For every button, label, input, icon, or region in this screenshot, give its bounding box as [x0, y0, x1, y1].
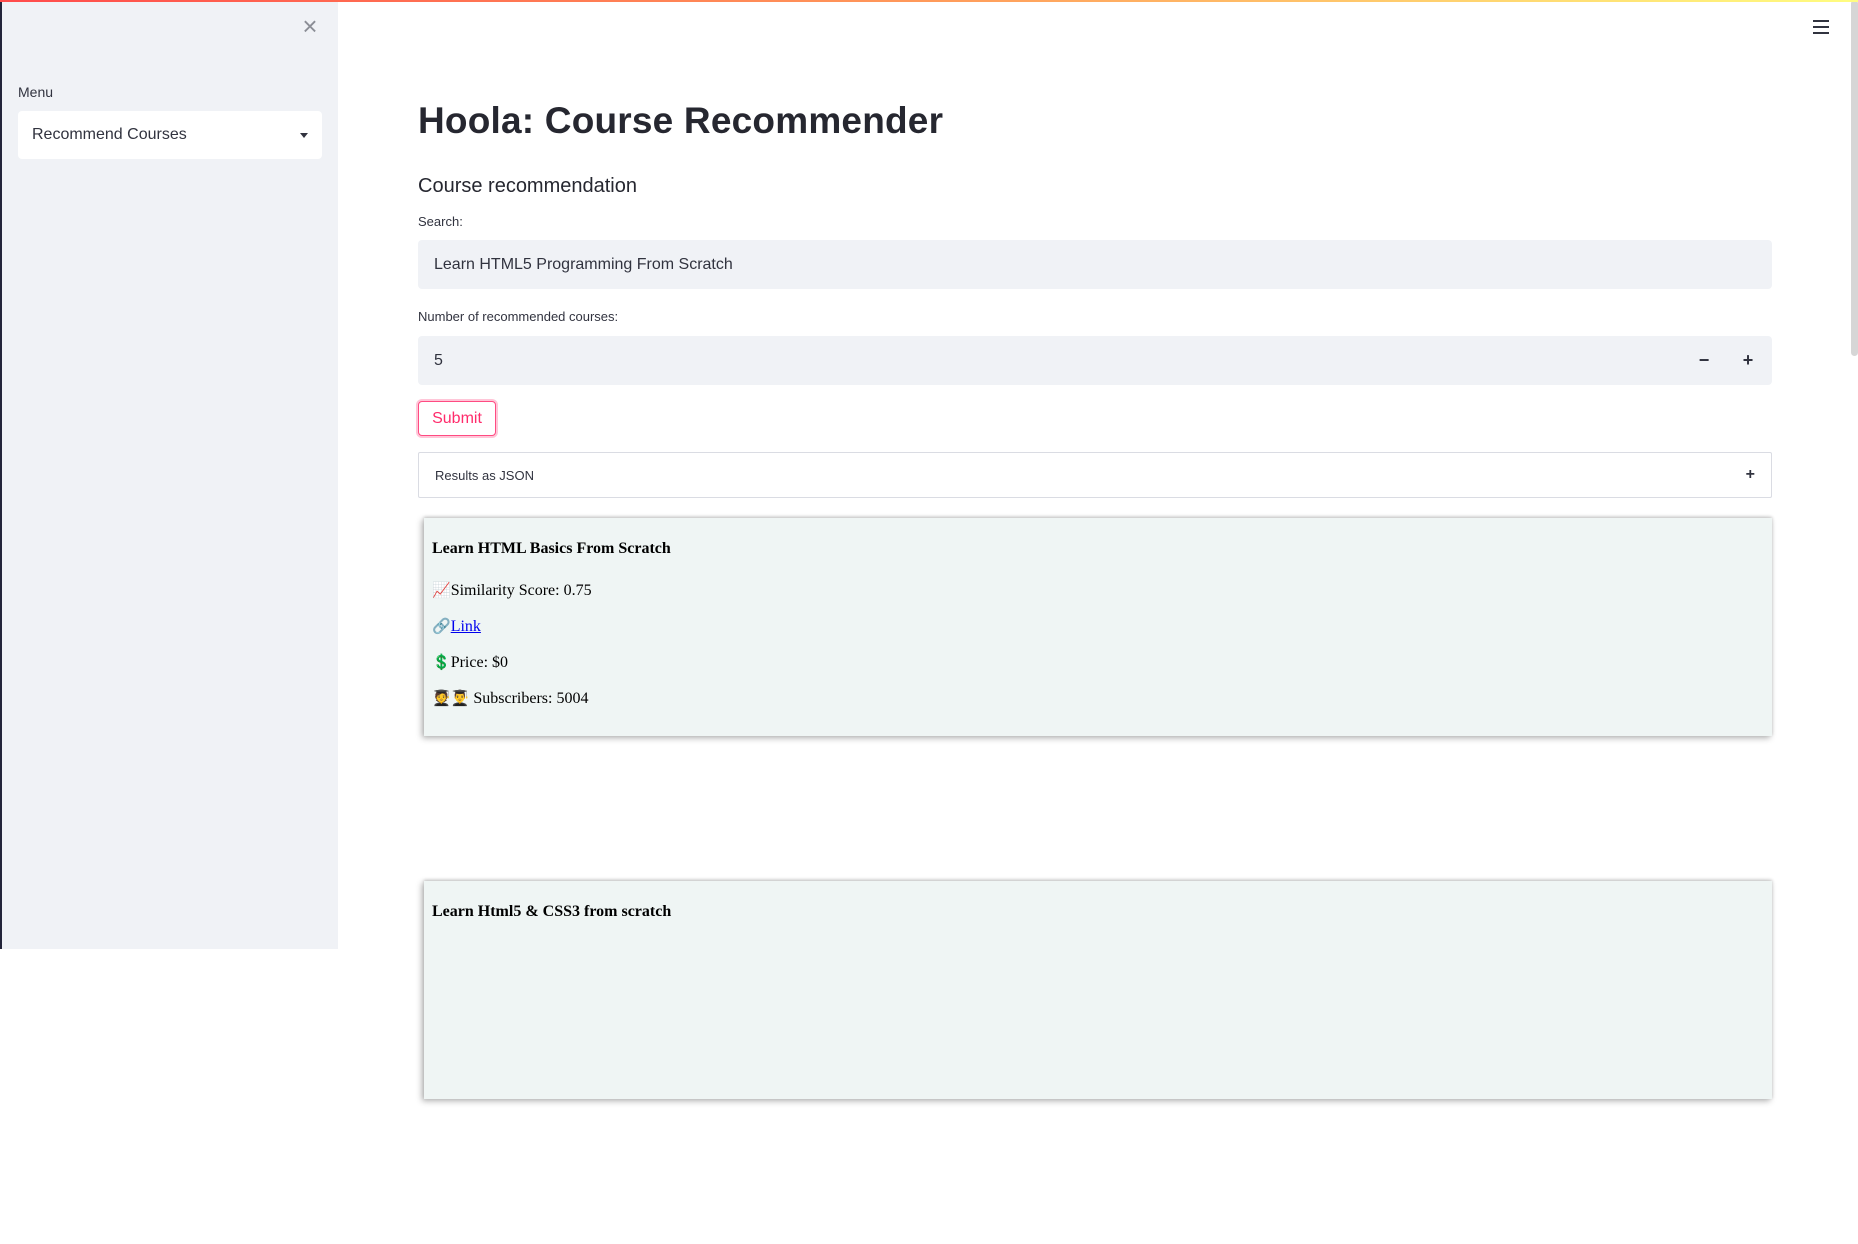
quantity-stepper: − + [418, 336, 1772, 385]
results-json-expander[interactable]: Results as JSON + [418, 452, 1772, 498]
similarity-score-text: Similarity Score: 0.75 [450, 582, 592, 599]
course-card: Learn Html5 & CSS3 from scratch [424, 881, 1772, 1099]
menu-select-value: Recommend Courses [32, 126, 187, 143]
number-label: Number of recommended courses: [418, 309, 619, 324]
increment-button[interactable]: + [1726, 336, 1770, 385]
course-subscribers-text: Subscribers: 5004 [473, 690, 589, 707]
search-label: Search: [418, 214, 463, 229]
course-link-row: 🔗Link [432, 617, 1772, 636]
course-title: Learn HTML Basics From Scratch [432, 540, 671, 557]
course-link[interactable]: Link [451, 618, 481, 635]
number-input[interactable] [418, 336, 1668, 385]
chart-icon: 📈 [432, 581, 451, 599]
scrollbar-thumb[interactable] [1851, 0, 1858, 356]
search-input[interactable] [418, 240, 1772, 289]
page-title: Hoola: Course Recommender [418, 100, 944, 141]
decrement-button[interactable]: − [1682, 336, 1726, 385]
similarity-score: 📈Similarity Score: 0.75 [432, 581, 1772, 600]
main-content: Hoola: Course Recommender Course recomme… [418, 0, 1772, 1099]
dollar-icon: 💲 [432, 653, 451, 671]
course-subscribers: 🧑‍🎓👨‍🎓 Subscribers: 5004 [432, 689, 1772, 708]
window-left-edge [0, 0, 2, 949]
top-decoration-bar [0, 0, 1858, 2]
expander-label: Results as JSON [435, 467, 534, 483]
close-icon[interactable]: × [300, 13, 320, 39]
course-card: Learn HTML Basics From Scratch 📈Similari… [424, 518, 1772, 736]
students-icon: 🧑‍🎓👨‍🎓 [432, 689, 470, 707]
results-list: Learn HTML Basics From Scratch 📈Similari… [424, 518, 1772, 1244]
menu-select[interactable]: Recommend Courses [18, 111, 322, 159]
menu-label: Menu [18, 84, 54, 100]
section-title: Course recommendation [418, 175, 637, 197]
hamburger-menu-icon[interactable] [1813, 20, 1829, 36]
course-title: Learn Html5 & CSS3 from scratch [432, 903, 672, 920]
course-price-text: Price: $0 [450, 654, 509, 671]
submit-button[interactable]: Submit [418, 401, 496, 436]
chevron-down-icon [300, 132, 308, 138]
course-price: 💲Price: $0 [432, 653, 1772, 672]
sidebar: × Menu Recommend Courses [0, 0, 338, 949]
plus-icon: + [1745, 466, 1755, 483]
link-icon: 🔗 [432, 617, 451, 635]
